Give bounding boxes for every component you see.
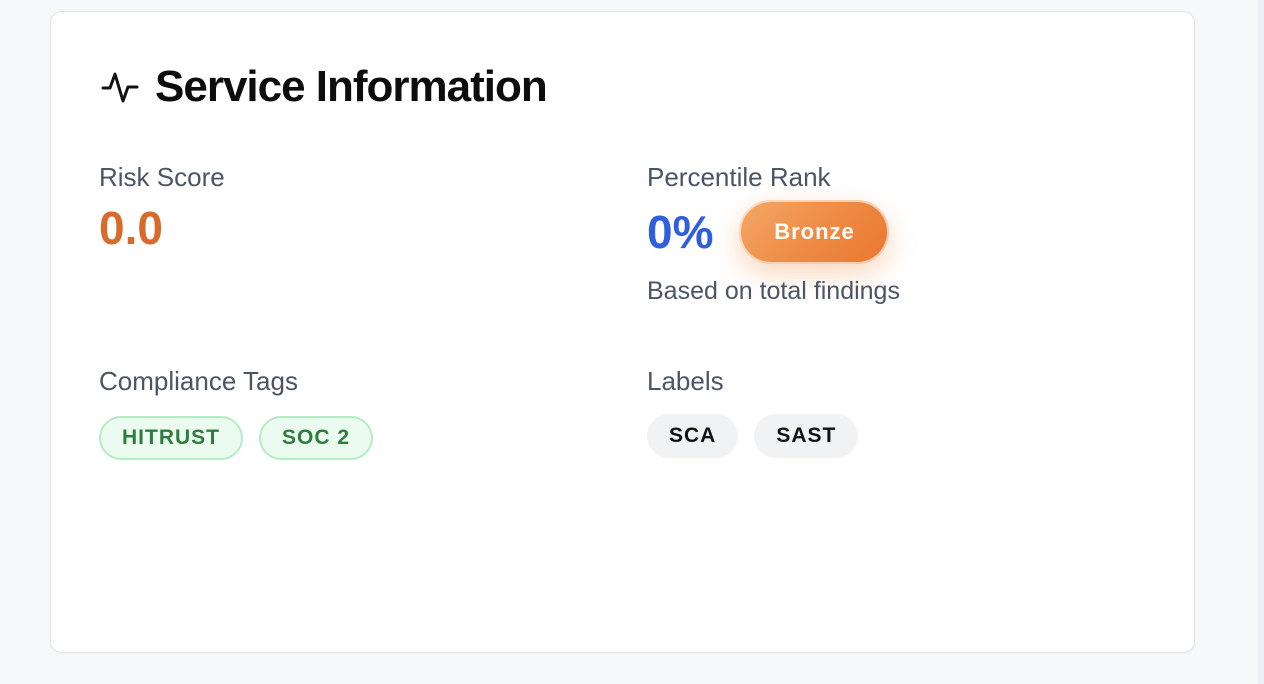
scrollbar-track: [1258, 0, 1264, 684]
card-title: Service Information: [155, 62, 548, 111]
percentile-rank-label: Percentile Rank: [647, 162, 831, 192]
percentile-rank-section: Percentile Rank 0% Bronze Based on total…: [647, 162, 900, 306]
service-information-card: Service Information Risk Score 0.0 Perce…: [50, 11, 1195, 653]
compliance-tag: SOC 2: [259, 416, 374, 460]
compliance-tag: HITRUST: [99, 416, 243, 460]
percentile-rank-value: 0%: [647, 206, 714, 258]
activity-pulse-icon: [101, 68, 139, 106]
risk-score-section: Risk Score 0.0: [99, 162, 225, 253]
compliance-tags-list: HITRUST SOC 2: [99, 416, 389, 460]
labels-label: Labels: [647, 366, 724, 396]
card-header: Service Information: [101, 62, 548, 111]
compliance-tags-label: Compliance Tags: [99, 366, 298, 396]
percentile-basis-note: Based on total findings: [647, 277, 900, 305]
tier-badge: Bronze: [739, 200, 890, 264]
labels-list: SCA SAST: [647, 414, 874, 458]
label-chip: SCA: [647, 414, 739, 458]
compliance-tags-section: Compliance Tags HITRUST SOC 2: [99, 366, 389, 460]
label-chip: SAST: [754, 414, 859, 458]
percentile-rank-row: 0% Bronze: [647, 200, 900, 264]
risk-score-label: Risk Score: [99, 162, 225, 192]
labels-section: Labels SCA SAST: [647, 366, 874, 458]
risk-score-value: 0.0: [99, 202, 163, 254]
